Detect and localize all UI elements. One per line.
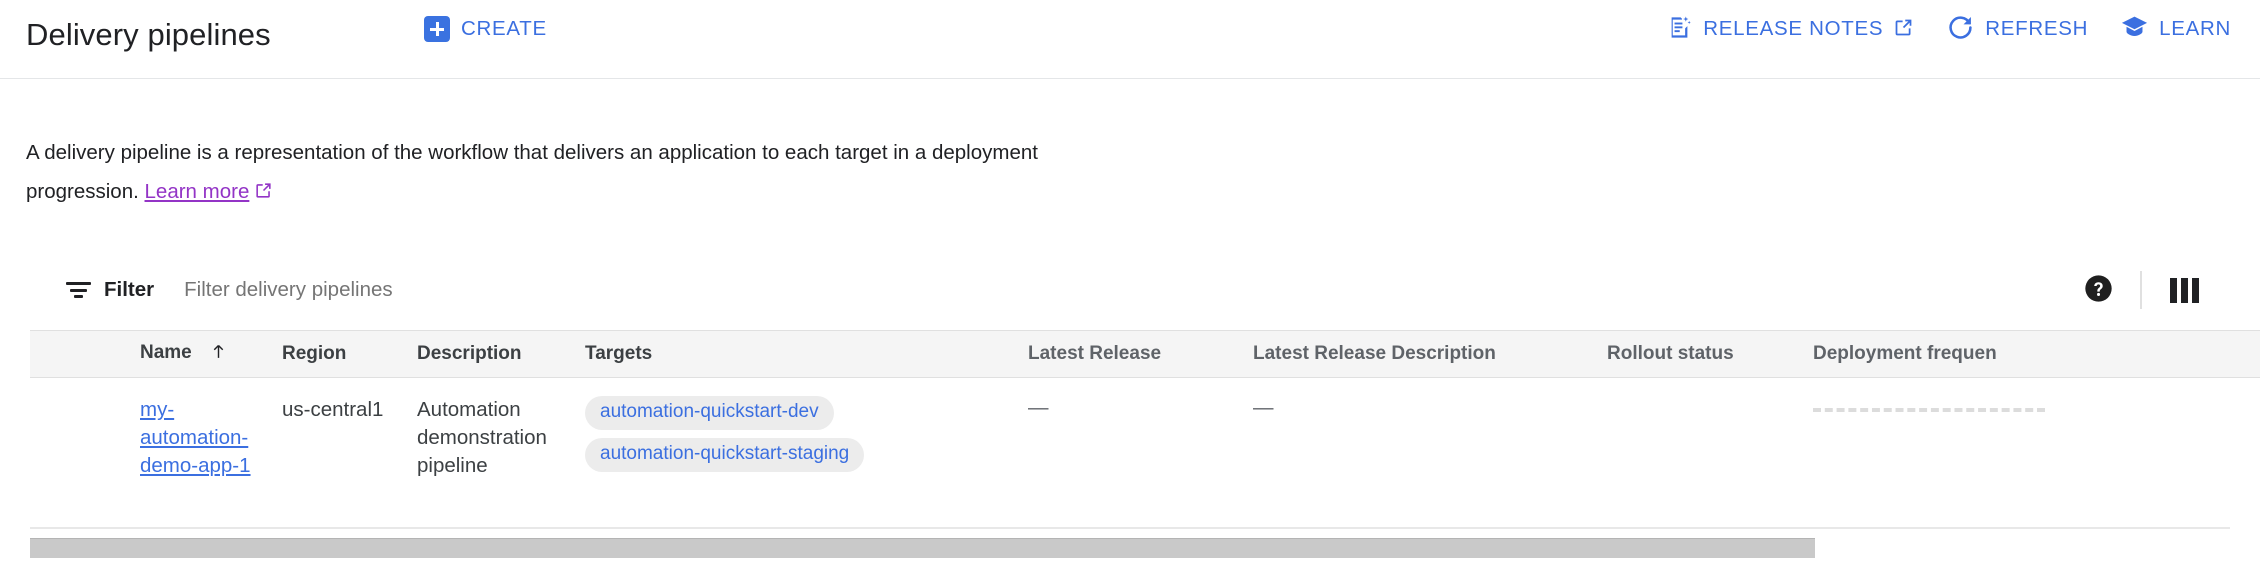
column-header-name-label: Name bbox=[140, 342, 192, 363]
arrow-up-icon bbox=[210, 342, 227, 367]
create-button-label: CREATE bbox=[461, 17, 547, 41]
horizontal-scrollbar-thumb[interactable] bbox=[30, 538, 1815, 558]
description-line-1: A delivery pipeline is a representation … bbox=[26, 141, 829, 164]
pipeline-name-line-1: my- bbox=[140, 398, 174, 421]
filter-label: Filter bbox=[104, 278, 154, 302]
create-button[interactable]: CREATE bbox=[424, 16, 547, 42]
plus-icon bbox=[424, 16, 450, 42]
toolbar-divider bbox=[2140, 271, 2142, 309]
release-notes-button[interactable]: RELEASE NOTES bbox=[1650, 14, 1930, 44]
filter-bar: Filter bbox=[30, 255, 2230, 325]
graduation-cap-icon bbox=[2120, 13, 2149, 45]
header-actions: RELEASE NOTES REFRESH bbox=[1650, 13, 2247, 45]
page-description: A delivery pipeline is a representation … bbox=[26, 133, 1046, 213]
cell-targets: automation-quickstart-dev automation-qui… bbox=[585, 396, 1028, 480]
column-header-deployment-frequency[interactable]: Deployment frequen bbox=[1813, 343, 2063, 365]
description-word-3: pipeline bbox=[417, 454, 488, 477]
description-word-1: Automation bbox=[417, 398, 521, 421]
table-header-row: Name Region Description Targets Latest R… bbox=[30, 330, 2260, 378]
target-chip[interactable]: automation-quickstart-staging bbox=[585, 438, 864, 472]
cell-name: my-automation-demo-app-1 bbox=[140, 396, 282, 480]
cell-region: us-central1 bbox=[282, 396, 417, 424]
column-header-rollout-status[interactable]: Rollout status bbox=[1607, 343, 1813, 365]
refresh-button[interactable]: REFRESH bbox=[1930, 13, 2104, 45]
filter-button[interactable]: Filter bbox=[66, 278, 154, 302]
column-header-latest-release-description[interactable]: Latest Release Description bbox=[1253, 343, 1607, 365]
learn-more-link[interactable]: Learn more bbox=[145, 180, 250, 203]
page-title: Delivery pipelines bbox=[26, 17, 271, 53]
horizontal-scrollbar[interactable] bbox=[30, 538, 2230, 558]
column-display-options-button[interactable] bbox=[2156, 262, 2212, 318]
filter-bar-tools bbox=[2070, 255, 2212, 325]
select-all-cell[interactable] bbox=[30, 345, 110, 363]
target-chip[interactable]: automation-quickstart-dev bbox=[585, 396, 834, 430]
refresh-label: REFRESH bbox=[1985, 17, 2088, 41]
column-header-region[interactable]: Region bbox=[282, 343, 417, 365]
delivery-pipelines-table: Name Region Description Targets Latest R… bbox=[30, 330, 2260, 528]
cell-latest-release-description: — bbox=[1253, 396, 1607, 420]
table-bottom-divider bbox=[30, 527, 2230, 529]
pipeline-name-link[interactable]: my-automation-demo-app-1 bbox=[140, 396, 251, 480]
learn-button[interactable]: LEARN bbox=[2104, 13, 2247, 45]
release-notes-icon bbox=[1666, 14, 1693, 44]
column-header-description[interactable]: Description bbox=[417, 343, 585, 365]
pipeline-name-line-2: automation- bbox=[140, 426, 248, 449]
help-button[interactable] bbox=[2070, 262, 2126, 318]
column-display-options-icon bbox=[2170, 278, 2199, 303]
description-word-2: demonstration bbox=[417, 426, 547, 449]
column-header-latest-release[interactable]: Latest Release bbox=[1028, 343, 1253, 365]
column-header-targets[interactable]: Targets bbox=[585, 343, 1028, 365]
external-link-icon bbox=[1893, 17, 1914, 41]
learn-label: LEARN bbox=[2159, 17, 2231, 41]
cell-description: Automation demonstration pipeline bbox=[417, 396, 585, 480]
release-notes-label: RELEASE NOTES bbox=[1703, 17, 1883, 41]
table-row[interactable]: my-automation-demo-app-1 us-central1 Aut… bbox=[30, 378, 2260, 528]
delivery-pipelines-page: Delivery pipelines CREATE RELEASE NO bbox=[0, 0, 2260, 570]
external-link-icon bbox=[254, 174, 273, 213]
filter-input[interactable] bbox=[182, 277, 882, 303]
help-icon bbox=[2083, 273, 2114, 307]
deployment-frequency-sparkline-placeholder bbox=[1813, 408, 2045, 412]
pipeline-name-line-3: demo-app-1 bbox=[140, 454, 251, 477]
page-header: Delivery pipelines CREATE RELEASE NO bbox=[0, 0, 2260, 79]
cell-deployment-frequency bbox=[1813, 396, 2063, 412]
column-header-name[interactable]: Name bbox=[140, 342, 282, 367]
refresh-icon bbox=[1946, 13, 1975, 45]
filter-icon bbox=[66, 281, 91, 299]
cell-latest-release: — bbox=[1028, 396, 1253, 420]
